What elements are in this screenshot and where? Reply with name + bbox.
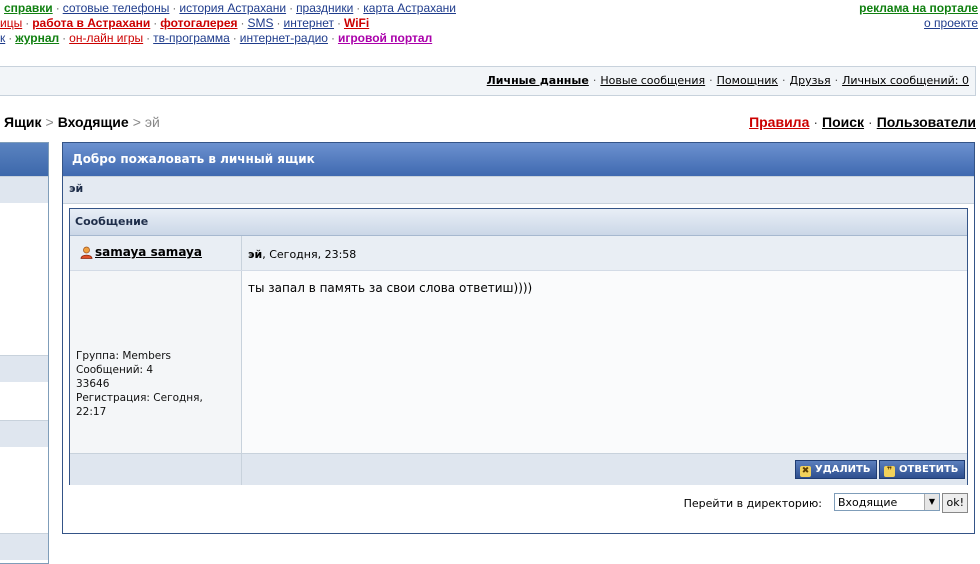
- user-bar: Личные данные · Новые сообщения · Помощник · Д…: [0, 66, 976, 96]
- breadcrumb-separator: >: [45, 114, 54, 130]
- author-id: 33646: [76, 378, 110, 390]
- message-box: Сообщение samaya samaya эй, Сегодня, 23:…: [69, 208, 968, 485]
- folder-go-button[interactable]: ok!: [942, 493, 968, 513]
- author-post-count: Сообщений: 4: [76, 364, 154, 376]
- author-registration-time: 22:17: [76, 406, 107, 418]
- link-sms[interactable]: SMS: [248, 16, 274, 30]
- sidebar-row[interactable]: [0, 533, 48, 560]
- message-box-header: Сообщение: [70, 209, 967, 236]
- link-jobs[interactable]: работа в Астрахани: [32, 16, 150, 30]
- message-subject-bar: эй: [63, 176, 974, 204]
- folder-jump-label: Перейти в директорию:: [683, 497, 822, 510]
- post-subject: эй: [248, 248, 263, 261]
- sidebar-row[interactable]: [0, 420, 48, 447]
- link-holidays[interactable]: праздники: [296, 1, 353, 15]
- breadcrumb-folder[interactable]: Входящие: [58, 114, 129, 130]
- reply-button[interactable]: ❞ ОТВЕТИТЬ: [879, 460, 966, 479]
- post-date: эй, Сегодня, 23:58: [248, 248, 356, 261]
- link-advertising[interactable]: реклама на портале: [859, 1, 978, 15]
- panel-title: Добро пожаловать в личный ящик: [63, 143, 974, 176]
- link-personal-data[interactable]: Личные данные: [487, 74, 589, 87]
- dropdown-arrow-icon: ▼: [924, 494, 939, 510]
- link-private-messages[interactable]: Личных сообщений: 0: [842, 74, 969, 87]
- breadcrumb-inbox-root[interactable]: Ящик: [4, 114, 42, 130]
- link-radio[interactable]: интернет-радио: [240, 31, 328, 45]
- sidebar-header: [0, 143, 48, 176]
- breadcrumb-current: эй: [144, 114, 160, 130]
- users-link[interactable]: Пользователи: [877, 114, 976, 130]
- author-profile: Группа: Members Сообщений: 4 33646 Регис…: [70, 271, 242, 453]
- portal-links-row-3: к · журнал · он-лайн игры · тв-программа · интер…: [0, 31, 433, 45]
- link-assistant[interactable]: Помощник: [717, 74, 778, 87]
- author-details: Группа: Members Сообщений: 4 33646 Регис…: [76, 349, 203, 419]
- link-tv[interactable]: тв-программа: [153, 31, 230, 45]
- top-nav-links: Правила · Поиск · Пользователи: [749, 114, 976, 130]
- author-group: Группа: Members: [76, 350, 171, 362]
- search-link[interactable]: Поиск: [822, 114, 864, 130]
- folder-select-value: Входящие: [838, 496, 898, 509]
- link-wifi[interactable]: WiFi: [344, 16, 369, 30]
- link-history[interactable]: история Астрахани: [179, 1, 286, 15]
- sidebar-spacer: [0, 203, 48, 355]
- author-cell: samaya samaya: [70, 236, 242, 270]
- link-online-games[interactable]: он-лайн игры: [69, 31, 143, 45]
- link-friends[interactable]: Друзья: [790, 74, 831, 87]
- link-game-portal[interactable]: игровой портал: [338, 31, 432, 45]
- folder-select[interactable]: Входящие ▼: [834, 493, 940, 511]
- link-cut-left[interactable]: ицы: [0, 16, 22, 30]
- delete-icon: ✖: [800, 466, 811, 477]
- link-photogallery[interactable]: фотогалерея: [160, 16, 237, 30]
- post-timestamp: , Сегодня, 23:58: [262, 248, 357, 261]
- link-mobile-phones[interactable]: сотовые телефоны: [63, 1, 170, 15]
- sidebar-row[interactable]: [0, 176, 48, 203]
- private-messages-panel: Добро пожаловать в личный ящик эй Сообще…: [62, 142, 975, 534]
- message-actions: ✖ УДАЛИТЬ ❞ ОТВЕТИТЬ: [70, 453, 967, 485]
- author-name[interactable]: samaya samaya: [95, 245, 202, 259]
- actions-spacer: [70, 454, 242, 485]
- quote-icon: ❞: [884, 466, 895, 477]
- breadcrumb: Ящик > Входящие > эй: [4, 114, 160, 130]
- user-bar-links: Личные данные · Новые сообщения · Помощник · Д…: [486, 74, 969, 87]
- sidebar-spacer: [0, 447, 48, 533]
- user-icon: [80, 246, 93, 259]
- sidebar-row[interactable]: [0, 355, 48, 382]
- sidebar-spacer: [0, 382, 48, 420]
- delete-button-label: УДАЛИТЬ: [815, 464, 871, 475]
- link-city-map[interactable]: карта Астрахани: [363, 1, 456, 15]
- portal-links: справки · сотовые телефоны · история Астраха…: [0, 0, 980, 50]
- author-row: samaya samaya эй, Сегодня, 23:58: [70, 236, 967, 271]
- message-text: ты запал в память за свои слова ответиш)…: [248, 281, 533, 295]
- link-spravki[interactable]: справки: [4, 1, 53, 15]
- author-registration: Регистрация: Сегодня,: [76, 392, 203, 404]
- message-body-row: Группа: Members Сообщений: 4 33646 Регис…: [70, 271, 967, 453]
- link-about[interactable]: о проекте: [924, 16, 978, 30]
- rules-link[interactable]: Правила: [749, 114, 809, 130]
- sidebar: [0, 142, 49, 564]
- link-new-messages[interactable]: Новые сообщения: [600, 74, 705, 87]
- link-journal[interactable]: журнал: [15, 31, 59, 45]
- reply-button-label: ОТВЕТИТЬ: [899, 464, 959, 475]
- link-internet[interactable]: интернет: [284, 16, 334, 30]
- breadcrumb-separator: >: [132, 114, 141, 130]
- portal-links-row-2: ицы · работа в Астрахани · фотогалерея · SMS · и…: [0, 16, 370, 30]
- portal-links-row-1: справки · сотовые телефоны · история Астраха…: [4, 1, 456, 15]
- delete-button[interactable]: ✖ УДАЛИТЬ: [795, 460, 878, 479]
